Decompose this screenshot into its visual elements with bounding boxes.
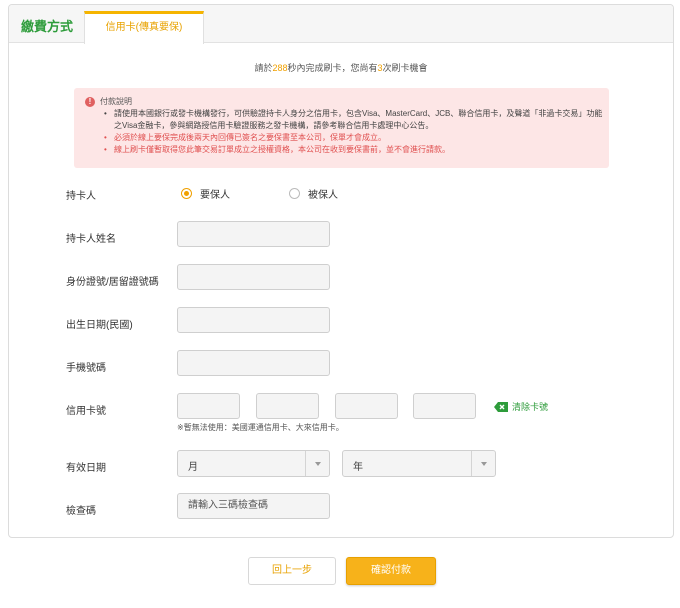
year-select-value: 年 xyxy=(353,462,363,473)
chevron-down-icon xyxy=(471,451,495,476)
page-title: 繳費方式 xyxy=(21,19,74,34)
month-select-value: 月 xyxy=(188,462,198,473)
cardholder-label: 持卡人 xyxy=(66,191,96,202)
radio-insured[interactable]: 被保人 xyxy=(289,186,338,201)
notice-title: 付款說明 xyxy=(100,97,132,106)
tab-credit-card-fax[interactable]: 信用卡(傳真要保) xyxy=(84,11,204,44)
clear-card-button[interactable]: 清除卡號 xyxy=(493,400,548,413)
payment-panel: 繳費方式 信用卡(傳真要保) 請於288秒內完成刷卡，您尚有3次刷卡機會 ! 付… xyxy=(8,4,674,538)
chevron-down-icon xyxy=(305,451,329,476)
cvv-label: 檢查碼 xyxy=(66,506,96,517)
card-number-part-1[interactable] xyxy=(177,393,240,419)
expiry-month-select[interactable]: 月 xyxy=(177,450,330,477)
confirm-payment-button[interactable]: 確認付款 xyxy=(346,557,436,585)
panel-header: 繳費方式 信用卡(傳真要保) xyxy=(9,5,673,44)
radio-label: 要保人 xyxy=(200,190,230,201)
payment-notice: ! 付款說明 請使用本國銀行或發卡機構發行，可供驗證持卡人身分之信用卡，包含Vi… xyxy=(74,88,609,168)
notice-item: 線上刷卡僅暫取得您此筆交易訂單成立之授權資格，本公司在收到要保書前，並不會進行請… xyxy=(104,144,604,156)
notice-list: 請使用本國銀行或發卡機構發行，可供驗證持卡人身分之信用卡，包含Visa、Mast… xyxy=(104,108,604,156)
radio-unchecked-icon xyxy=(289,188,300,199)
birthday-input[interactable] xyxy=(177,307,330,333)
radio-label: 被保人 xyxy=(308,190,338,201)
card-number-label: 信用卡號 xyxy=(66,406,106,417)
eraser-icon xyxy=(494,401,508,412)
birthday-label: 出生日期(民國) xyxy=(66,320,133,331)
card-number-part-2[interactable] xyxy=(256,393,319,419)
countdown-suffix: 次刷卡機會 xyxy=(382,63,428,73)
notice-item: 請使用本國銀行或發卡機構發行，可供驗證持卡人身分之信用卡，包含Visa、Mast… xyxy=(104,108,604,132)
id-label: 身份證號/居留證號碼 xyxy=(66,277,159,288)
cvv-input[interactable]: 請輸入三碼檢查碼 xyxy=(177,493,330,519)
card-note: ※暫無法使用：美國運通信用卡、大來信用卡。 xyxy=(177,423,344,432)
card-number-part-4[interactable] xyxy=(413,393,476,419)
back-button[interactable]: 回上一步 xyxy=(248,557,336,585)
card-number-part-3[interactable] xyxy=(335,393,398,419)
cvv-placeholder: 請輸入三碼檢查碼 xyxy=(188,500,268,511)
expiry-year-select[interactable]: 年 xyxy=(342,450,496,477)
countdown-seconds: 288 xyxy=(272,63,288,73)
notice-item: 必須於線上要保完成後兩天內回傳已簽名之要保書至本公司，保單才會成立。 xyxy=(104,132,604,144)
mobile-label: 手機號碼 xyxy=(66,363,106,374)
countdown-middle: 秒內完成刷卡，您尚有 xyxy=(287,63,378,73)
exclamation-icon: ! xyxy=(85,97,95,107)
radio-checked-icon xyxy=(181,188,192,199)
expiry-label: 有效日期 xyxy=(66,463,106,474)
mobile-input[interactable] xyxy=(177,350,330,376)
countdown-prefix: 請於 xyxy=(254,63,273,73)
radio-policyholder[interactable]: 要保人 xyxy=(181,186,230,201)
clear-card-label: 清除卡號 xyxy=(512,402,549,412)
cardholder-name-input[interactable] xyxy=(177,221,330,247)
name-label: 持卡人姓名 xyxy=(66,234,116,245)
id-number-input[interactable] xyxy=(177,264,330,290)
countdown-text: 請於288秒內完成刷卡，您尚有3次刷卡機會 xyxy=(9,61,673,74)
